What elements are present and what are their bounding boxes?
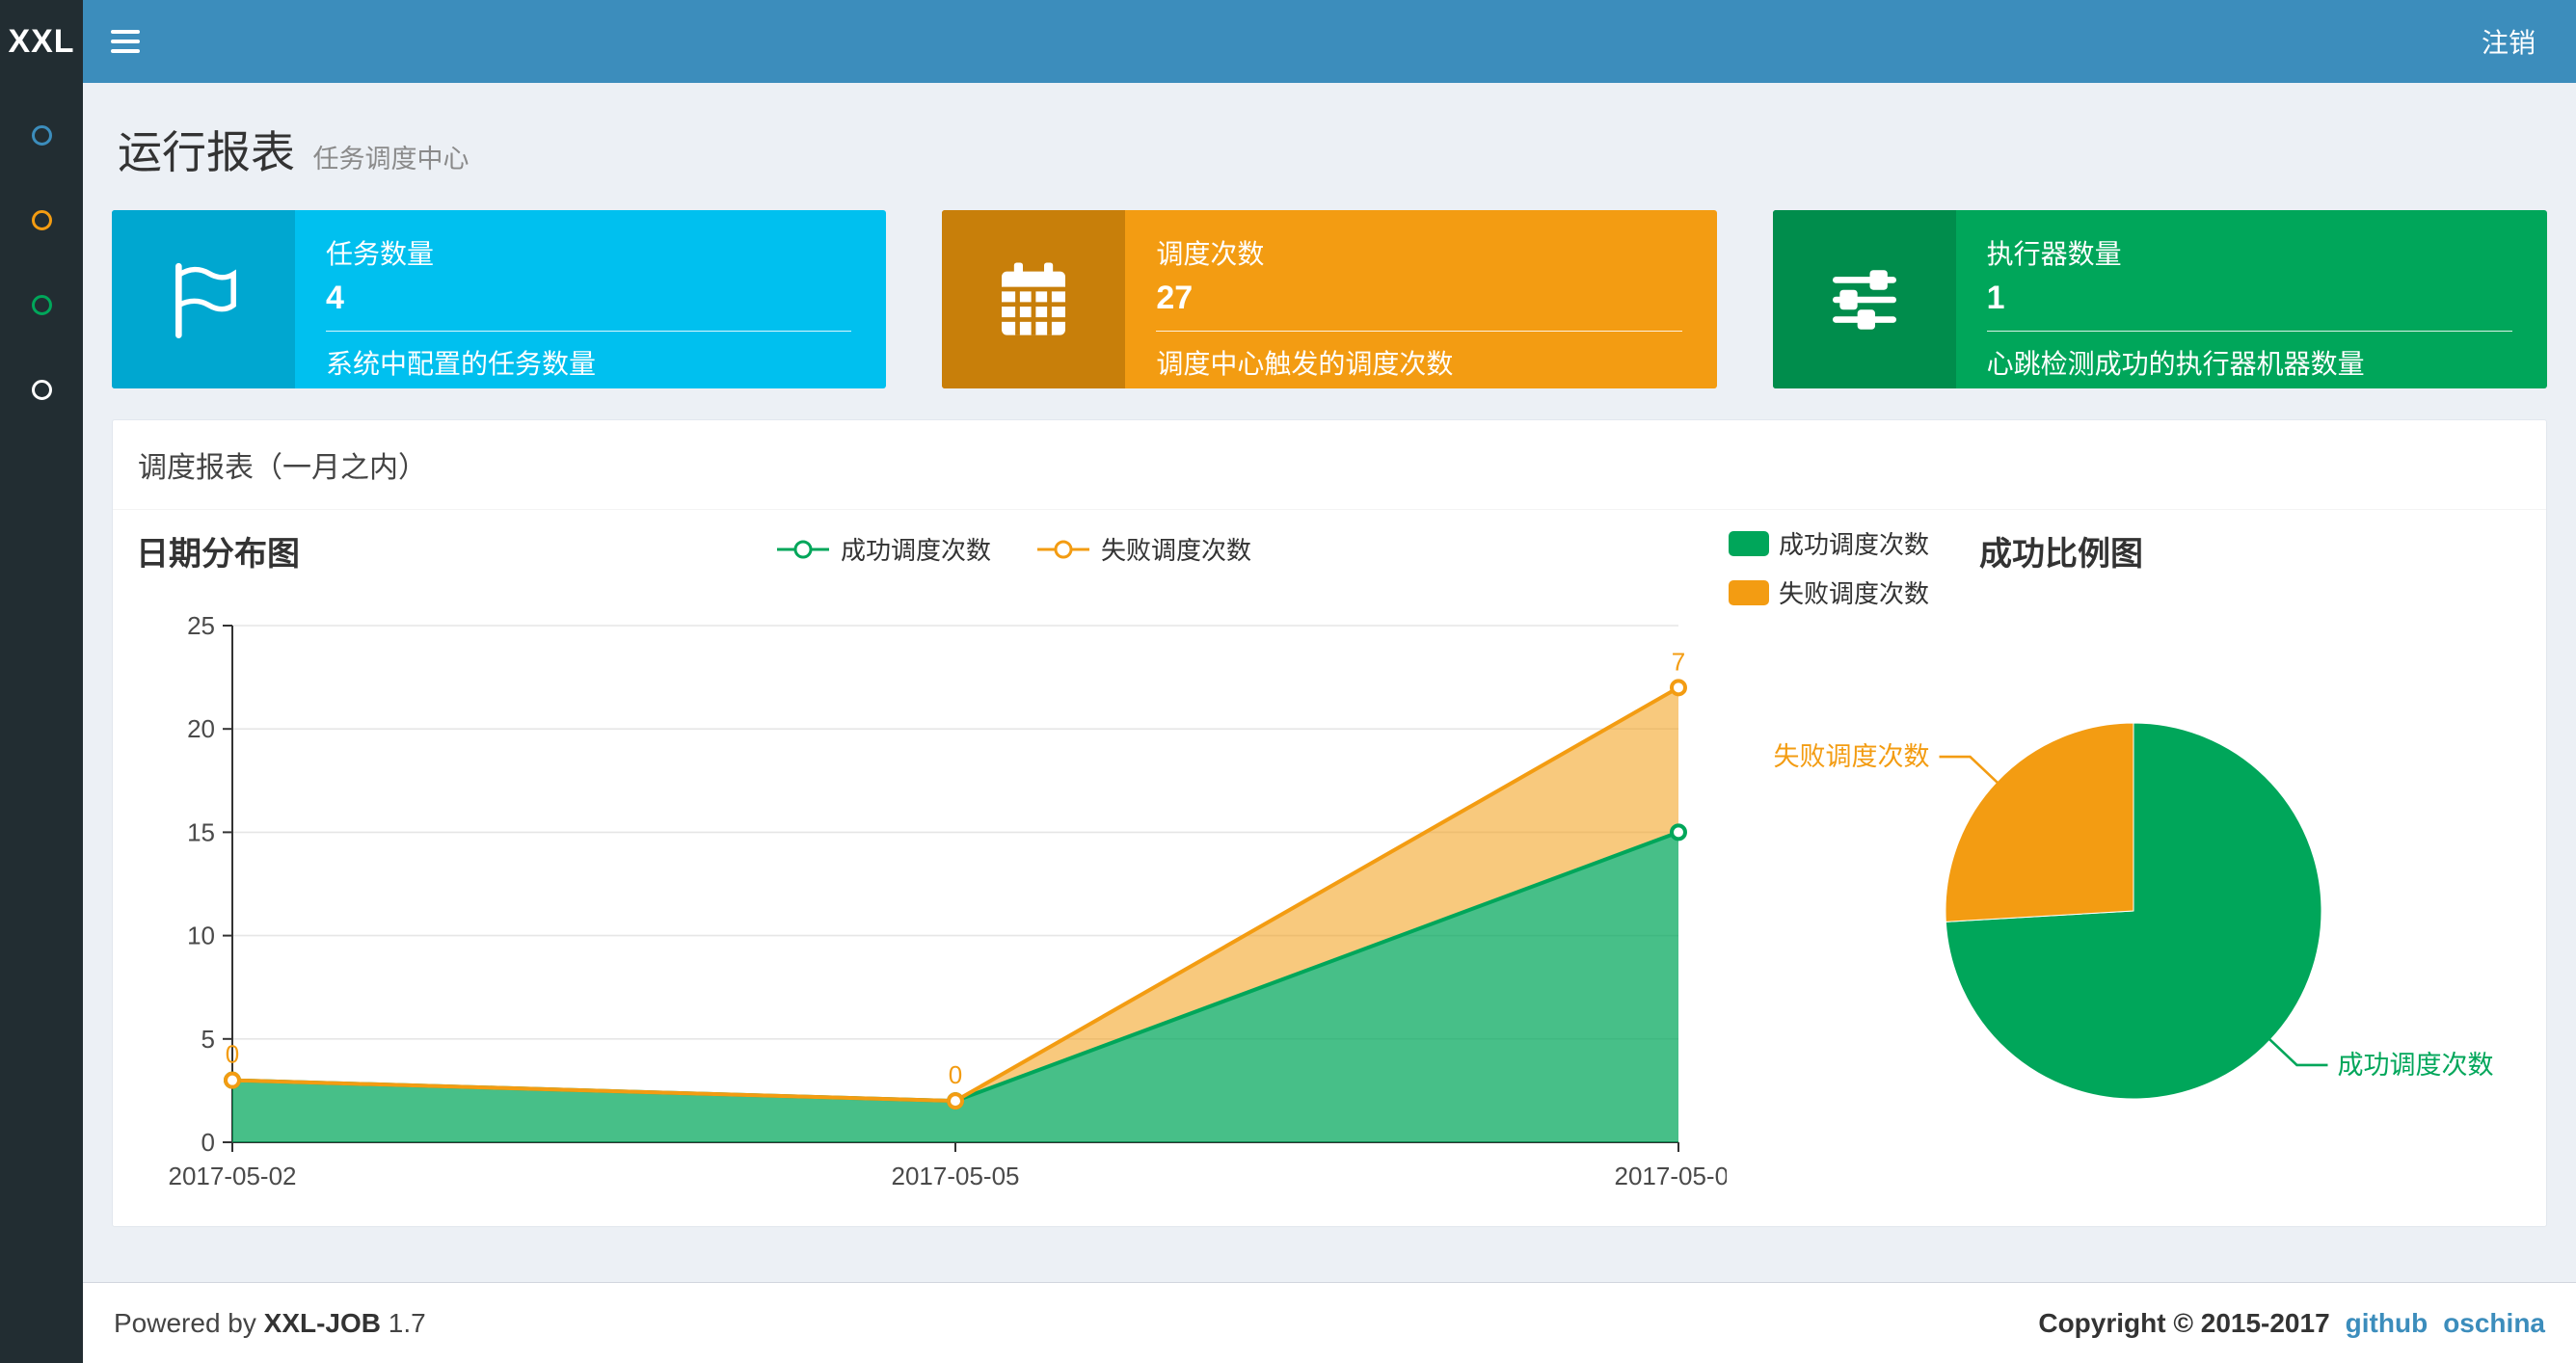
stat-value: 4 — [326, 280, 344, 316]
product-version: 1.7 — [388, 1307, 426, 1338]
line-chart[interactable]: 05101520252017-05-022017-05-052017-05-08… — [136, 593, 1743, 1222]
hamburger-icon — [111, 30, 140, 53]
stat-value: 1 — [1986, 280, 2005, 316]
calendar-icon — [1002, 262, 1066, 335]
main-content: 运行报表 任务调度中心 任务数量 4 系统中配置的任务数量 调度次数 27 调度… — [83, 83, 2576, 1282]
svg-text:2017-05-08: 2017-05-08 — [1615, 1162, 1728, 1190]
stat-title: 调度次数 — [1156, 239, 1265, 269]
flag-icon — [175, 262, 236, 338]
svg-text:失败调度次数: 失败调度次数 — [1774, 742, 1930, 771]
stat-box-executor-count: 执行器数量 1 心跳检测成功的执行器机器数量 — [1772, 210, 2547, 388]
line-legend-marker — [776, 540, 829, 558]
sidebar-item-help[interactable] — [0, 347, 83, 432]
legend-item-成功调度次数[interactable]: 成功调度次数 — [775, 531, 991, 567]
sidebar-item-dispatch-log[interactable] — [0, 262, 83, 347]
svg-text:0: 0 — [949, 1060, 962, 1089]
legend-item-成功调度次数[interactable]: 成功调度次数 — [1729, 525, 1929, 561]
circle-icon — [31, 124, 52, 146]
svg-text:25: 25 — [187, 611, 215, 640]
stat-description: 调度中心触发的调度次数 — [1156, 349, 1454, 379]
svg-text:成功调度次数: 成功调度次数 — [2337, 1051, 2493, 1080]
footer: Powered by XXL-JOB 1.7 Copyright © 2015-… — [83, 1282, 2576, 1363]
pie-chart-title: 成功比例图 — [1979, 536, 2144, 573]
svg-text:20: 20 — [187, 714, 215, 743]
line-chart-svg: 05101520252017-05-022017-05-052017-05-08… — [169, 611, 1743, 1190]
pie-chart-section: 成功调度次数 失败调度次数 成功比例图 成功调度次数 失败调度次数 — [1729, 523, 2500, 1222]
stat-divider — [1156, 331, 1682, 332]
sliders-icon — [1832, 269, 1896, 330]
legend-label: 成功调度次数 — [1779, 530, 1930, 559]
sidebar — [0, 83, 83, 1363]
oschina-link[interactable]: oschina — [2443, 1308, 2545, 1339]
svg-text:10: 10 — [187, 922, 215, 950]
stat-value: 27 — [1156, 280, 1194, 316]
stat-box-content: 执行器数量 1 心跳检测成功的执行器机器数量 — [1956, 210, 2547, 388]
stat-box-row: 任务数量 4 系统中配置的任务数量 调度次数 27 调度中心触发的调度次数 执行… — [112, 210, 2547, 388]
logout-link[interactable]: 注销 — [2441, 0, 2576, 83]
stat-icon-area — [1772, 210, 1956, 388]
legend-label: 失败调度次数 — [1101, 536, 1252, 565]
sidebar-item-job-manage[interactable] — [0, 177, 83, 262]
line-chart-legend: 成功调度次数 失败调度次数 — [300, 523, 1727, 567]
page-header: 运行报表 任务调度中心 — [112, 83, 2547, 210]
stat-title: 任务数量 — [326, 239, 435, 269]
product-name: XXL-JOB — [263, 1307, 382, 1338]
stat-box-content: 任务数量 4 系统中配置的任务数量 — [295, 210, 886, 388]
stat-divider — [326, 331, 852, 332]
sidebar-toggle-button[interactable] — [83, 0, 168, 83]
stat-divider — [1986, 331, 2512, 332]
top-navbar: XXL 注销 — [0, 0, 2576, 83]
stat-description: 心跳检测成功的执行器机器数量 — [1986, 349, 2365, 379]
pie-chart-svg: 成功调度次数 失败调度次数 — [1774, 722, 2493, 1100]
powered-by: Powered by XXL-JOB 1.7 — [114, 1308, 426, 1339]
report-panel-body: 日期分布图 成功调度次数 失败调度次数 0 5 10 15 20 25 2017-05-02 2… — [113, 510, 2546, 1222]
stat-icon-area — [112, 210, 295, 388]
line-chart-section: 日期分布图 成功调度次数 失败调度次数 0 5 10 15 20 25 2017-05-02 2… — [136, 523, 1743, 1222]
svg-text:5: 5 — [201, 1025, 215, 1054]
svg-text:0: 0 — [201, 1128, 215, 1157]
circle-icon — [31, 209, 52, 230]
copyright-text: Copyright © 2015-2017 — [2038, 1307, 2330, 1338]
pie-chart[interactable]: 成功调度次数 失败调度次数 — [1729, 593, 2500, 1215]
svg-text:2017-05-05: 2017-05-05 — [892, 1162, 1020, 1190]
stat-icon-area — [942, 210, 1126, 388]
line-legend-marker — [1037, 540, 1089, 558]
svg-text:15: 15 — [187, 817, 215, 846]
report-panel: 调度报表（一月之内） 日期分布图 成功调度次数 失败调度次数 0 5 10 15 20 25… — [112, 419, 2547, 1227]
stat-description: 系统中配置的任务数量 — [326, 349, 597, 379]
sidebar-item-run-report[interactable] — [0, 93, 83, 177]
page-title: 运行报表 — [118, 127, 295, 177]
stat-box-trigger-count: 调度次数 27 调度中心触发的调度次数 — [942, 210, 1717, 388]
svg-text:7: 7 — [1672, 647, 1685, 676]
legend-item-失败调度次数[interactable]: 失败调度次数 — [1035, 531, 1251, 567]
circle-icon — [31, 294, 52, 315]
stat-title: 执行器数量 — [1986, 239, 2122, 269]
report-panel-title: 调度报表（一月之内） — [113, 420, 2546, 510]
legend-label: 成功调度次数 — [840, 536, 991, 565]
circle-icon — [31, 379, 52, 400]
github-link[interactable]: github — [2346, 1308, 2428, 1339]
svg-text:2017-05-02: 2017-05-02 — [169, 1162, 297, 1190]
svg-text:0: 0 — [226, 1040, 239, 1069]
powered-by-prefix: Powered by — [114, 1307, 256, 1338]
stat-box-job-count: 任务数量 4 系统中配置的任务数量 — [112, 210, 887, 388]
stat-box-content: 调度次数 27 调度中心触发的调度次数 — [1125, 210, 1716, 388]
page-subtitle: 任务调度中心 — [312, 145, 470, 174]
line-chart-title: 日期分布图 — [136, 536, 300, 573]
app-logo[interactable]: XXL — [0, 0, 83, 83]
legend-swatch — [1729, 530, 1769, 556]
